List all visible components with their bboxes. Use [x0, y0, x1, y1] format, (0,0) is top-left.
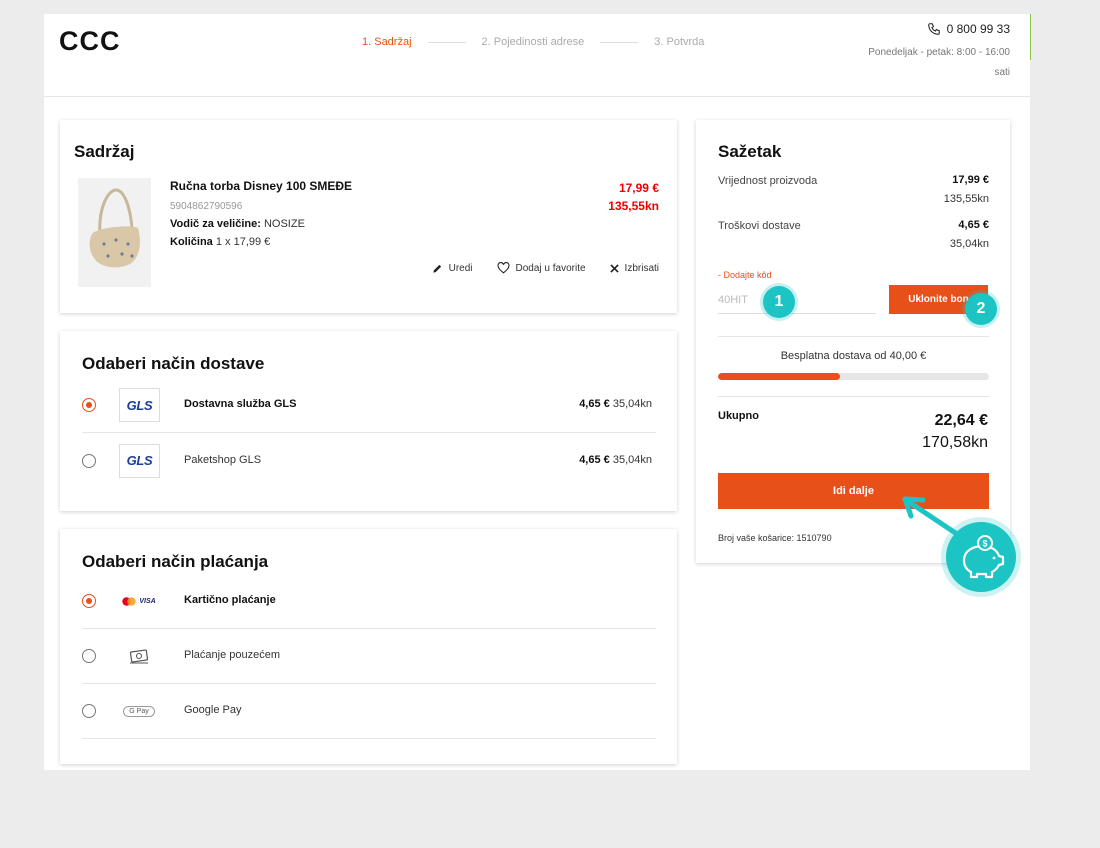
quantity-value: 1 x 17,99 €	[215, 236, 271, 248]
price-kn: 135,55kn	[608, 199, 659, 213]
payment-title: Odaberi način plaćanja	[82, 552, 269, 571]
free-shipping-progress	[718, 373, 989, 380]
discount-code-label[interactable]: - Dodajte kôd	[718, 270, 772, 280]
delivery-name: Dostavna služba GLS	[184, 398, 297, 410]
svg-text:$: $	[982, 539, 987, 549]
product-name[interactable]: Ručna torba Disney 100 SMEĐE	[170, 179, 352, 193]
heart-icon	[497, 262, 510, 274]
product-value-label: Vrijednost proizvoda	[718, 175, 818, 187]
quantity-label: Količina	[170, 236, 213, 248]
cart-content-card: Sadržaj Ručna torba Disney 100 SMEĐE 590…	[60, 120, 677, 313]
phone-row[interactable]: 0 800 99 33	[860, 22, 1010, 36]
delete-button[interactable]: Izbrisati	[609, 262, 659, 274]
product-value: 17,99 €135,55kn	[943, 174, 989, 205]
checkout-page: CCC 1. Sadržaj 2. Pojedinosti adrese 3. …	[44, 14, 1030, 770]
total-kn: 170,58kn	[922, 434, 988, 451]
payment-radio-googlepay[interactable]	[82, 704, 96, 718]
payment-option-googlepay[interactable]: G Pay Google Pay	[82, 684, 656, 739]
gls-logo: GLS	[119, 388, 160, 422]
product-size: Vodič za veličine: NOSIZE	[170, 218, 352, 230]
total-eur: 22,64 €	[934, 412, 988, 429]
phone-number: 0 800 99 33	[946, 22, 1010, 36]
progress-fill	[718, 373, 840, 380]
total-value: 22,64 € 170,58kn	[922, 410, 988, 454]
payment-name: Kartično plaćanje	[184, 594, 276, 606]
product-image[interactable]	[78, 178, 151, 287]
step-divider	[427, 41, 466, 43]
product-info: Ručna torba Disney 100 SMEĐE 59048627905…	[170, 179, 352, 248]
product-actions: Uredi Dodaj u favorite Izbrisati	[408, 262, 659, 274]
payment-name: Google Pay	[184, 704, 242, 716]
delivery-option-gls[interactable]: GLS Dostavna služba GLS 4,65 € 35,04kn	[82, 378, 656, 433]
cart-number: Broj vaše košarice: 1510790	[718, 533, 832, 543]
size-label: Vodič za veličine:	[170, 218, 261, 230]
edit-label: Uredi	[448, 262, 473, 274]
shipping-value: 4,65 €35,04kn	[949, 219, 989, 250]
divider	[718, 336, 989, 337]
header: CCC 1. Sadržaj 2. Pojedinosti adrese 3. …	[44, 14, 1030, 97]
delivery-title: Odaberi način dostave	[82, 354, 265, 373]
summary-title: Sažetak	[718, 142, 782, 161]
size-value: NOSIZE	[263, 218, 305, 230]
product-sku: 5904862790596	[170, 201, 243, 212]
content-title: Sadržaj	[74, 142, 135, 161]
free-shipping-text: Besplatna dostava od 40,00 €	[780, 350, 927, 362]
favorite-label: Dodaj u favorite	[515, 262, 586, 274]
payment-option-card[interactable]: VISA Kartično plaćanje	[82, 574, 656, 629]
edge-accent	[1030, 14, 1031, 60]
gls-logo: GLS	[119, 443, 160, 478]
delivery-method-card: Odaberi način dostave GLS Dostavna služb…	[60, 331, 677, 511]
delete-label: Izbrisati	[624, 262, 659, 274]
delivery-radio-gls[interactable]	[82, 398, 96, 412]
payment-radio-card[interactable]	[82, 594, 96, 608]
add-to-favorites-button[interactable]: Dodaj u favorite	[497, 262, 586, 274]
price-eur: 17,99 €	[618, 181, 659, 195]
delivery-option-paketshop[interactable]: GLS Paketshop GLS 4,65 € 35,04kn	[82, 433, 656, 488]
phone-icon	[927, 23, 940, 35]
pencil-icon	[432, 263, 443, 274]
edit-button[interactable]: Uredi	[432, 262, 473, 274]
step-badge-2: 2	[965, 293, 997, 325]
ccc-logo[interactable]: CCC	[59, 26, 121, 57]
close-icon	[609, 263, 619, 273]
contact-info: 0 800 99 33 Ponedeljak - petak: 8:00 - 1…	[860, 22, 1010, 83]
step-badge-1: 1	[763, 286, 795, 318]
delivery-price: 4,65 € 35,04kn	[579, 398, 652, 410]
product-quantity: Količina 1 x 17,99 €	[170, 236, 352, 248]
discount-code-input[interactable]	[718, 287, 876, 314]
payment-name: Plaćanje pouzećem	[184, 649, 281, 661]
delivery-price: 4,65 € 35,04kn	[579, 453, 652, 466]
handbag-image	[89, 188, 140, 268]
cash-icon	[119, 647, 159, 665]
step-divider	[600, 41, 639, 43]
payment-option-cod[interactable]: Plaćanje pouzećem	[82, 629, 656, 684]
delivery-radio-paketshop[interactable]	[82, 453, 96, 468]
google-pay-icon: G Pay	[119, 702, 159, 720]
mastercard-visa-icon: VISA	[119, 592, 159, 610]
working-hours: Ponedeljak - petak: 8:00 - 16:00 sati	[868, 47, 1010, 78]
product-price: 17,99 € 135,55kn	[608, 179, 659, 215]
piggy-bank-icon: $	[946, 522, 1016, 592]
step-content[interactable]: 1. Sadržaj	[362, 36, 412, 48]
total-label: Ukupno	[718, 410, 759, 422]
shipping-label: Troškovi dostave	[718, 220, 801, 232]
payment-method-card: Odaberi način plaćanja VISA Kartično pla…	[60, 529, 677, 764]
checkout-steps: 1. Sadržaj 2. Pojedinosti adrese 3. Potv…	[362, 36, 704, 48]
delivery-name: Paketshop GLS	[184, 453, 262, 466]
step-address: 2. Pojedinosti adrese	[481, 36, 585, 48]
step-confirm: 3. Potvrda	[654, 36, 705, 48]
divider	[718, 396, 989, 397]
payment-radio-cod[interactable]	[82, 649, 96, 663]
